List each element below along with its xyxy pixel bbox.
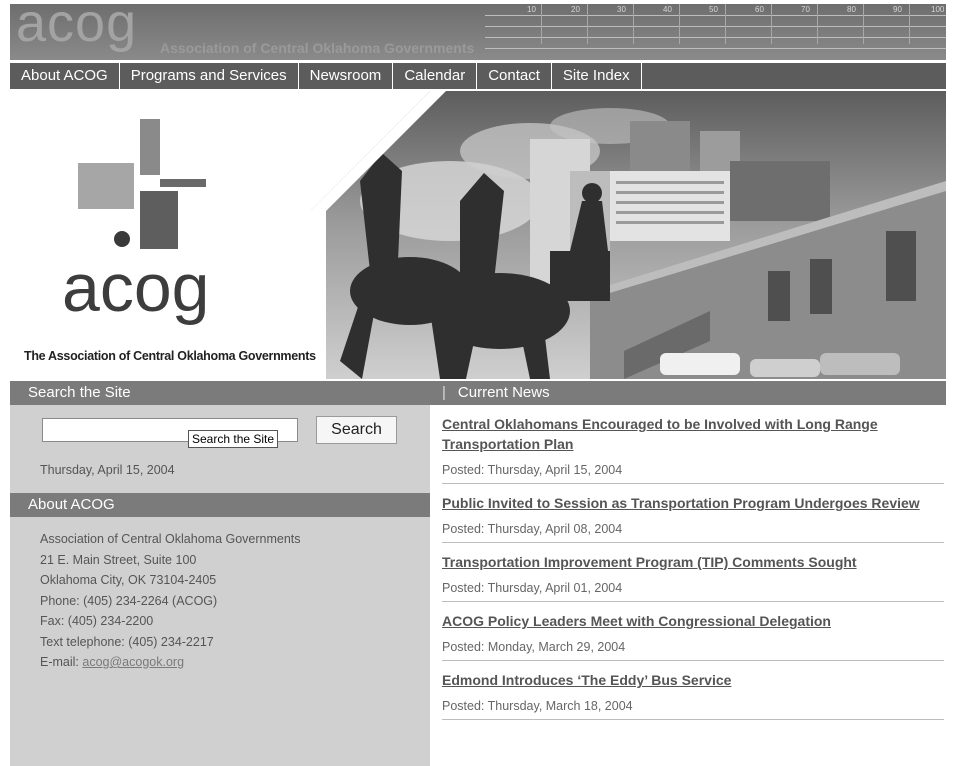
nav-item-programs-and-services[interactable]: Programs and Services <box>120 63 299 89</box>
ruler-mark: 10 <box>527 5 536 14</box>
search-heading: Search the Site <box>10 381 430 405</box>
ruler-mark: 100 <box>931 5 945 14</box>
about-address: Association of Central Oklahoma Governme… <box>10 517 430 673</box>
email-label: E-mail: <box>40 655 79 669</box>
news-posted: Posted: Thursday, March 18, 2004 <box>442 699 633 713</box>
about-heading: About ACOG <box>10 493 430 517</box>
news-posted: Posted: Thursday, April 08, 2004 <box>442 522 623 536</box>
news-link[interactable]: Central Oklahomans Encouraged to be Invo… <box>442 405 944 454</box>
news-column: | Current News Central Oklahomans Encoura… <box>430 381 946 766</box>
hero-tagline: The Association of Central Oklahoma Gove… <box>24 349 316 363</box>
nav-item-newsroom[interactable]: Newsroom <box>299 63 394 89</box>
nav-item-contact[interactable]: Contact <box>477 63 552 89</box>
ruler-mark: 80 <box>847 5 856 14</box>
news-item: Public Invited to Session as Transportat… <box>442 484 944 543</box>
news-link[interactable]: Public Invited to Session as Transportat… <box>442 484 944 513</box>
nav-item-site-index[interactable]: Site Index <box>552 63 642 89</box>
decorative-ruler: 10 20 30 40 50 60 70 80 90 100 <box>485 4 946 60</box>
text-telephone-line: Text telephone: (405) 234-2217 <box>40 634 214 649</box>
news-item: Transportation Improvement Program (TIP)… <box>442 543 944 602</box>
news-item: Central Oklahomans Encouraged to be Invo… <box>442 405 944 484</box>
left-column: Search the Site Search the Site Search T… <box>10 381 430 766</box>
nav-item-about-acog[interactable]: About ACOG <box>10 63 120 89</box>
news-item: Edmond Introduces ‘The Eddy’ Bus Service… <box>442 661 944 720</box>
news-heading-bar: | Current News <box>430 381 946 405</box>
header-logo[interactable]: acog <box>16 4 137 54</box>
search-button[interactable]: Search <box>316 416 397 444</box>
header-org-name: Association of Central Oklahoma Governme… <box>160 40 475 56</box>
email-line: E-mail: acog@acogok.org <box>40 652 430 673</box>
current-date: Thursday, April 15, 2004 <box>40 463 175 477</box>
news-link[interactable]: ACOG Policy Leaders Meet with Congressio… <box>442 602 944 631</box>
main-nav: About ACOG Programs and Services Newsroo… <box>10 62 946 91</box>
news-posted: Posted: Monday, March 29, 2004 <box>442 640 626 654</box>
ruler-mark: 90 <box>893 5 902 14</box>
nav-item-calendar[interactable]: Calendar <box>393 63 478 89</box>
hero-logo-word: acog <box>62 250 210 326</box>
search-tooltip: Search the Site <box>188 430 279 448</box>
site-header: acog Association of Central Oklahoma Gov… <box>10 4 946 60</box>
news-item: ACOG Policy Leaders Meet with Congressio… <box>442 602 944 661</box>
ruler-mark: 20 <box>571 5 580 14</box>
news-heading-divider: | <box>442 384 446 401</box>
news-posted: Posted: Thursday, April 15, 2004 <box>442 463 623 477</box>
fax-line: Fax: (405) 234-2200 <box>40 614 154 628</box>
email-link[interactable]: acog@acogok.org <box>82 655 184 669</box>
news-link[interactable]: Edmond Introduces ‘The Eddy’ Bus Service <box>442 661 944 690</box>
ruler-mark: 50 <box>709 5 718 14</box>
ruler-mark: 40 <box>663 5 672 14</box>
address-line: Association of Central Oklahoma Governme… <box>40 532 301 546</box>
hero-banner: acog The Association of Central Oklahoma… <box>10 91 946 379</box>
news-heading: Current News <box>457 384 550 401</box>
hero-photo <box>10 91 946 379</box>
address-line: Oklahoma City, OK 73104-2405 <box>40 573 217 587</box>
address-line: 21 E. Main Street, Suite 100 <box>40 552 197 567</box>
news-link[interactable]: Transportation Improvement Program (TIP)… <box>442 543 944 572</box>
ruler-mark: 30 <box>617 5 626 14</box>
news-posted: Posted: Thursday, April 01, 2004 <box>442 581 623 595</box>
phone-line: Phone: (405) 234-2264 (ACOG) <box>40 593 218 608</box>
ruler-mark: 60 <box>755 5 764 14</box>
search-form: Search the Site Search <box>10 405 430 459</box>
ruler-mark: 70 <box>801 5 810 14</box>
page-frame: acog Association of Central Oklahoma Gov… <box>10 4 946 766</box>
